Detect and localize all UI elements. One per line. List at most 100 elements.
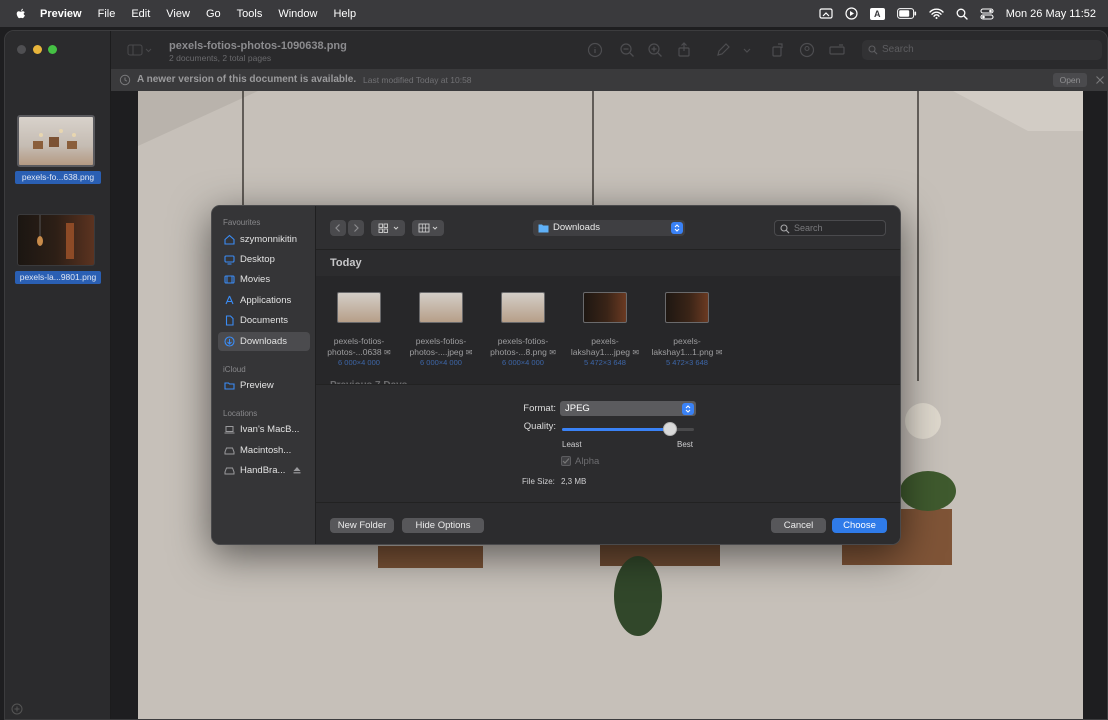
favourites-section-label: Favourites [223,218,261,227]
markup-menu-chevron-icon[interactable] [739,42,755,58]
forward-button[interactable] [348,220,364,236]
zoom-in-icon[interactable] [647,42,663,58]
file-item-2[interactable]: pexels-fotios- photos-....jpeg ✉ 6 000×4… [400,292,482,368]
section-header-today: Today [316,251,900,275]
menu-file[interactable]: File [98,8,116,20]
sidebar-item-downloads[interactable]: Downloads [218,332,310,351]
view-mode-button[interactable] [371,220,405,236]
sidebar-item-desktop-label: Desktop [240,254,275,265]
film-icon [224,275,235,284]
hide-options-button[interactable]: Hide Options [402,518,484,533]
thumbnail-2-image [37,215,74,259]
sidebar-item-desktop[interactable]: Desktop [218,250,310,269]
file-size-label: File Size: [522,477,555,486]
sidebar-item-home[interactable]: szymonnikitin [218,230,310,249]
sidebar-item-handbrake[interactable]: HandBra... [218,461,310,480]
screen-mirroring-icon[interactable] [819,7,833,20]
sidebar-item-macintosh-hd-label: Macintosh... [240,445,292,456]
menu-help[interactable]: Help [333,8,356,20]
file-dimensions: 5 472×3 648 [584,358,626,367]
file-thumbnail-5 [665,292,709,323]
file-name-line1: pexels-fotios- [497,336,549,346]
eject-icon[interactable] [292,465,302,475]
add-page-icon[interactable] [11,703,23,715]
sidebar-item-macbook[interactable]: Ivan's MacB... [218,420,310,439]
play-circle-icon[interactable] [845,7,858,20]
location-popup[interactable]: Downloads [533,220,685,236]
banner-open-button[interactable]: Open [1053,73,1087,87]
quality-slider[interactable] [562,422,694,436]
person-icon[interactable] [799,42,815,58]
menu-window[interactable]: Window [278,8,317,20]
format-popup[interactable]: JPEG [560,401,696,416]
toolbar: pexels-fotios-photos-1090638.png 2 docum… [111,31,1107,69]
menu-tools[interactable]: Tools [237,8,263,20]
cancel-button[interactable]: Cancel [771,518,826,533]
group-by-button[interactable] [412,220,444,236]
file-dimensions: 6 000×4 000 [420,358,462,367]
envelope-icon: ✉ [715,348,723,357]
file-item-1[interactable]: pexels-fotios- photos-...0638 ✉ 6 000×4 … [318,292,400,368]
menu-go[interactable]: Go [206,8,221,20]
menu-app-name[interactable]: Preview [40,8,82,20]
control-center-icon[interactable] [980,7,994,20]
minimize-window-button[interactable] [33,45,42,54]
banner-close-icon[interactable] [1095,75,1105,85]
location-popup-chevron-icon [671,222,683,234]
markup-pen-icon[interactable] [715,42,731,58]
document-title: pexels-fotios-photos-1090638.png [169,40,347,52]
file-name-line2: photos-....jpeg ✉ [409,347,473,357]
apple-logo-icon[interactable] [14,7,28,21]
sidebar-item-documents[interactable]: Documents [218,311,310,330]
thumbnail-1-label[interactable]: pexels-fo...638.png [15,171,101,184]
dialog-footer: New Folder Hide Options Cancel Choose [316,502,900,544]
menu-clock[interactable]: Mon 26 May 11:52 [1006,8,1096,20]
format-popup-value: JPEG [565,403,590,414]
desktop-icon [224,255,235,265]
sidebar-item-applications[interactable]: Applications [218,291,310,310]
file-item-4[interactable]: pexels- lakshay1....jpeg ✉ 5 472×3 648 [564,292,646,368]
thumbnail-2-label[interactable]: pexels-la...9801.png [15,271,101,284]
rotate-icon[interactable] [769,42,785,58]
sidebar-item-handbrake-label: HandBra... [240,465,286,476]
thumbnail-1[interactable] [17,115,95,167]
input-source-badge[interactable]: A [869,7,885,20]
envelope-icon: ✉ [549,348,556,357]
folder-icon [538,224,549,233]
banner-message: A newer version of this document is avai… [137,74,357,85]
close-window-button[interactable] [17,45,26,54]
quality-label: Quality: [523,421,556,432]
file-item-3[interactable]: pexels-fotios- photos-...8.png ✉ 6 000×4… [482,292,564,368]
quality-slider-knob[interactable] [663,422,677,436]
info-icon[interactable] [587,42,603,58]
sidebar-toggle-icon[interactable] [127,44,153,56]
file-item-5[interactable]: pexels- lakshay1...1.png ✉ 5 472×3 648 [646,292,728,368]
sidebar-item-macintosh-hd[interactable]: Macintosh... [218,441,310,460]
battery-icon[interactable] [896,8,917,19]
new-folder-button[interactable]: New Folder [330,518,394,533]
toolbar-search-field[interactable]: Search [862,40,1102,60]
form-fill-icon[interactable] [829,42,845,58]
sidebar-item-icloud-preview[interactable]: Preview [218,376,310,395]
share-icon[interactable] [676,42,692,58]
choose-button[interactable]: Choose [832,518,887,533]
wifi-icon[interactable] [929,8,944,19]
newer-version-banner: A newer version of this document is avai… [111,69,1107,91]
downloads-icon [224,336,235,347]
zoom-out-icon[interactable] [619,42,635,58]
file-grid: pexels-fotios- photos-...0638 ✉ 6 000×4 … [316,276,900,384]
zoom-window-button[interactable] [48,45,57,54]
dialog-main: Downloads Search Today pexels-fotios- ph… [316,206,900,544]
sidebar-item-movies[interactable]: Movies [218,270,310,289]
dialog-search-field[interactable]: Search [774,220,886,236]
alpha-checkbox[interactable] [561,456,571,466]
folder-icon [224,382,235,390]
thumbnail-2[interactable] [17,214,95,266]
back-button[interactable] [330,220,346,236]
envelope-icon: ✉ [465,348,473,357]
menu-view[interactable]: View [166,8,190,20]
applications-icon [225,295,234,305]
menu-edit[interactable]: Edit [131,8,150,20]
file-thumbnail-3 [501,292,545,323]
spotlight-search-icon[interactable] [956,8,968,20]
